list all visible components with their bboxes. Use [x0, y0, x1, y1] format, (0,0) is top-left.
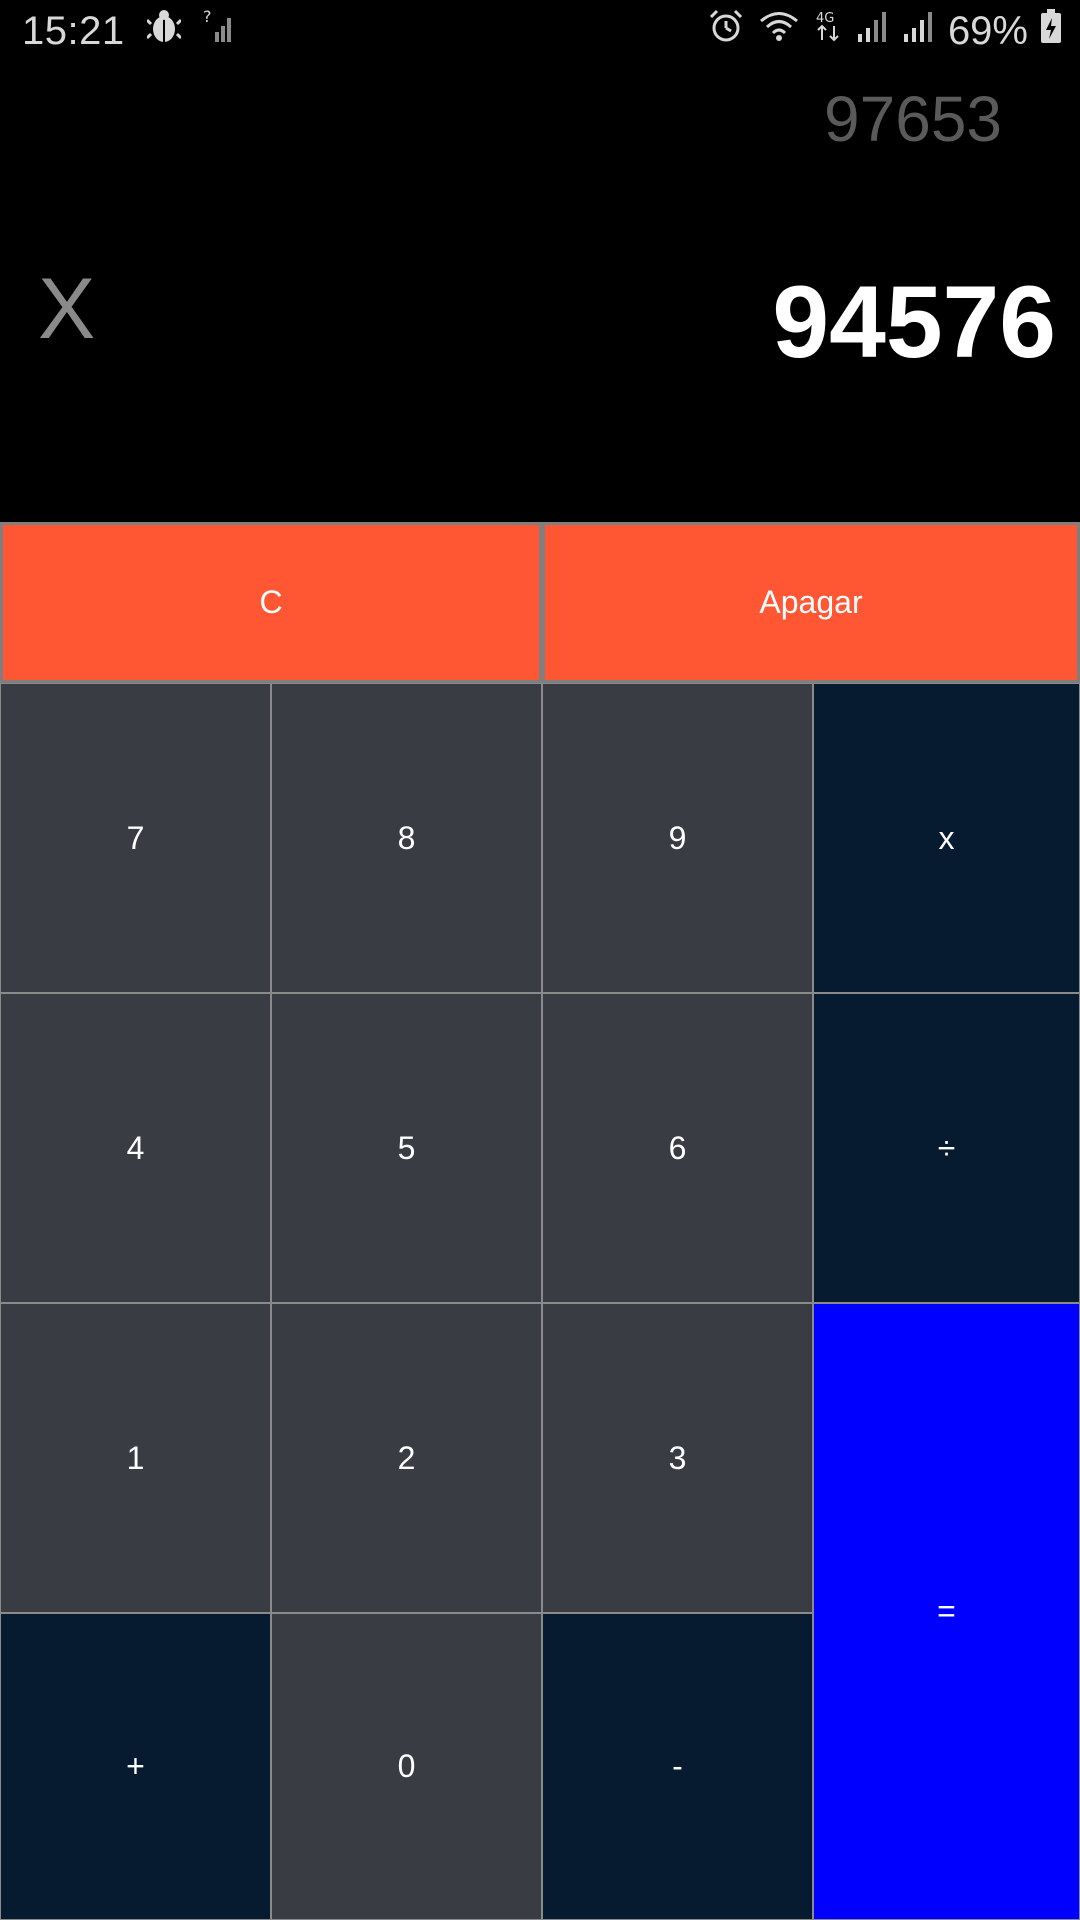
digit-0-button[interactable]: 0 [271, 1613, 542, 1920]
multiply-button[interactable]: x [813, 683, 1080, 993]
alarm-icon [708, 8, 744, 54]
digit-1-button[interactable]: 1 [0, 1303, 271, 1613]
digit-7-button[interactable]: 7 [0, 683, 271, 993]
wifi-icon [758, 8, 800, 54]
previous-value: 97653 [824, 83, 1002, 155]
signal-icon [902, 8, 934, 54]
status-bar: 15:21 ? 4G 69% [0, 0, 1080, 64]
digit-2-button[interactable]: 2 [271, 1303, 542, 1613]
current-value: 94576 [772, 265, 1056, 379]
digit-5-button[interactable]: 5 [271, 993, 542, 1303]
calculator-app: 15:21 ? 4G 69% 97653 X 94576 C Apagar 7 … [0, 0, 1080, 1920]
digit-9-button[interactable]: 9 [542, 683, 813, 993]
status-time: 15:21 [22, 8, 125, 53]
digit-6-button[interactable]: 6 [542, 993, 813, 1303]
digit-3-button[interactable]: 3 [542, 1303, 813, 1613]
equals-button[interactable]: = [813, 1303, 1080, 1920]
battery-percentage: 69% [947, 8, 1028, 53]
minus-button[interactable]: - [542, 1613, 813, 1920]
digit-8-button[interactable]: 8 [271, 683, 542, 993]
delete-button[interactable]: Apagar [542, 522, 1080, 683]
svg-text:?: ? [203, 8, 212, 26]
4g-icon: 4G [814, 8, 842, 54]
operator-indicator: X [38, 261, 96, 357]
divide-button[interactable]: ÷ [813, 993, 1080, 1303]
digit-4-button[interactable]: 4 [0, 993, 271, 1303]
signal-icon [856, 8, 888, 54]
bug-icon [145, 8, 182, 54]
no-signal-icon: ? [203, 7, 235, 54]
svg-text:4G: 4G [816, 11, 834, 26]
keypad: C Apagar 7 8 9 x 4 5 6 ÷ 1 2 3 = + 0 - [0, 522, 1080, 1920]
calculator-display: 97653 X 94576 [0, 64, 1080, 522]
clear-button[interactable]: C [0, 522, 542, 683]
plus-button[interactable]: + [0, 1613, 271, 1920]
battery-icon [1040, 8, 1062, 54]
